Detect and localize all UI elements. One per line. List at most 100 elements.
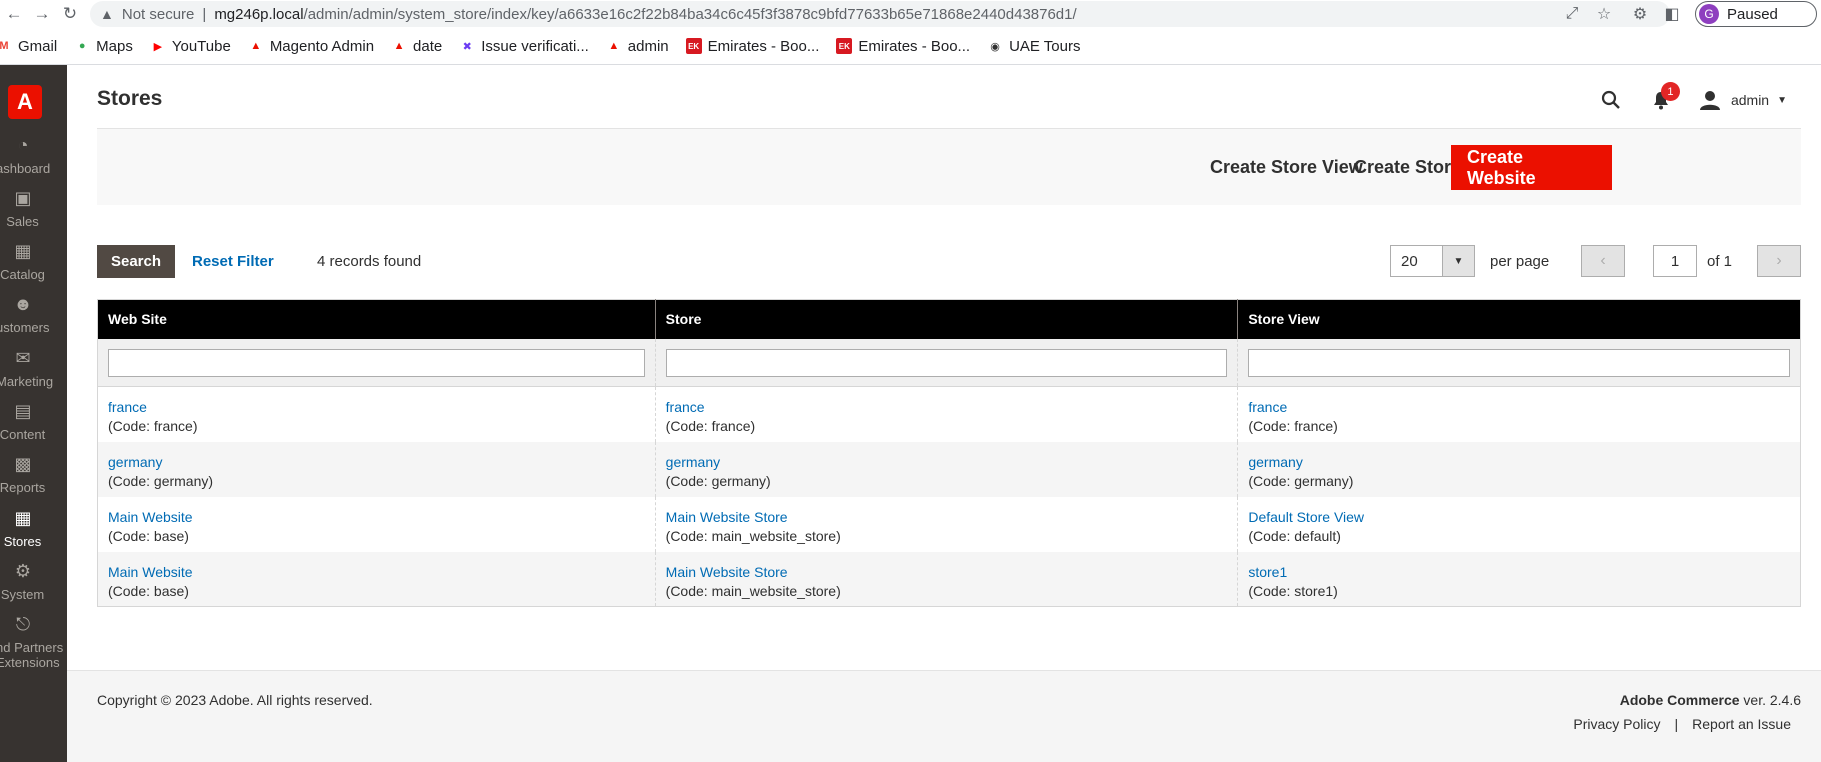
reset-filter-link[interactable]: Reset Filter	[192, 253, 274, 270]
sidebar-item-catalog[interactable]: ▦ Catalog	[0, 241, 67, 282]
website-link[interactable]: germany	[108, 453, 645, 472]
sidebar-item-stores[interactable]: ▦ Stores	[0, 508, 67, 549]
global-search-icon[interactable]	[1597, 86, 1625, 114]
bookmark-item[interactable]: ▶ YouTube	[150, 38, 231, 55]
table-row: germany (Code: germany) germany (Code: germ…	[97, 441, 1801, 497]
per-page-select[interactable]: 20 ▼	[1390, 245, 1475, 277]
customers-icon: ☻	[13, 294, 33, 314]
gmail-icon: M	[0, 40, 9, 52]
warning-icon: ▲	[100, 6, 114, 22]
column-header-store-view[interactable]: Store View	[1237, 299, 1801, 339]
create-website-button[interactable]: Create Website	[1451, 145, 1612, 190]
sidebar-item-marketing[interactable]: ✉ Marketing	[0, 348, 67, 389]
store-cell: germany (Code: germany)	[655, 441, 1239, 497]
sidebar-item-partners[interactable]: ⎋ nd Partners Extensions	[0, 614, 67, 670]
forward-icon[interactable]: →	[28, 1, 56, 27]
catalog-icon: ▦	[14, 241, 32, 261]
store-code: (Code: france)	[665, 418, 756, 434]
store-view-link[interactable]: france	[1248, 398, 1790, 417]
store-view-cell: france (Code: france)	[1237, 386, 1801, 442]
search-button[interactable]: Search	[97, 245, 175, 278]
privacy-policy-link[interactable]: Privacy Policy	[1573, 716, 1660, 732]
bookmark-item[interactable]: ◉ UAE Tours	[987, 38, 1080, 55]
website-cell: Main Website (Code: base)	[97, 496, 656, 552]
bookmark-item[interactable]: M Gmail	[0, 38, 57, 55]
sidebar-item-label: Reports	[0, 480, 46, 495]
column-header-website[interactable]: Web Site	[97, 299, 656, 339]
bookmark-item[interactable]: ● Maps	[74, 38, 133, 55]
address-bar[interactable]: ▲ Not secure | mg246p.local /admin/admin…	[90, 1, 1670, 27]
website-filter-input[interactable]	[108, 348, 645, 377]
stores-icon: ▦	[14, 508, 32, 528]
footer-links: Privacy Policy | Report an Issue	[1573, 716, 1791, 732]
globe-icon: ◉	[990, 40, 1000, 53]
bookmark-item[interactable]: ▲ date	[391, 37, 443, 55]
store-view-code: (Code: germany)	[1248, 472, 1354, 489]
grid-header-row: Web Site Store Store View	[97, 299, 1801, 339]
report-issue-link[interactable]: Report an Issue	[1692, 716, 1791, 732]
header-actions: 1 admin ▼	[1597, 82, 1787, 115]
magento-icon: ▲	[608, 40, 620, 52]
bookmark-label: Magento Admin	[269, 37, 375, 55]
adobe-logo-icon[interactable]: A	[8, 85, 42, 119]
store-link[interactable]: germany	[666, 453, 1228, 472]
store-view-link[interactable]: germany	[1248, 453, 1790, 472]
bookmark-label: YouTube	[171, 37, 231, 55]
previous-page-icon[interactable]: ‹	[1581, 245, 1625, 277]
share-icon[interactable]: ⤢	[1560, 2, 1584, 26]
store-view-filter-input[interactable]	[1248, 348, 1790, 377]
store-link[interactable]: Main Website Store	[666, 508, 1228, 527]
sidebar-item-content[interactable]: ▤ Content	[0, 401, 67, 442]
store-code: (Code: main_website_store)	[665, 527, 841, 544]
website-link[interactable]: Main Website	[108, 563, 645, 582]
website-code: (Code: france)	[108, 418, 198, 434]
user-name: admin	[1730, 92, 1770, 108]
sidebar-item-label: Content	[0, 427, 46, 442]
next-page-icon[interactable]: ›	[1757, 245, 1801, 277]
chevron-down-icon[interactable]: ▼	[1442, 246, 1474, 276]
bookmark-label: Emirates - Boo...	[707, 37, 820, 55]
bookmark-label: date	[413, 37, 443, 55]
store-link[interactable]: france	[666, 398, 1228, 417]
page-number-input[interactable]: 1	[1653, 245, 1697, 277]
sales-icon: ▣	[14, 188, 32, 208]
store-view-link[interactable]: store1	[1248, 563, 1790, 582]
bookmark-item[interactable]: EK Emirates - Boo...	[836, 38, 970, 55]
sidebar-item-label: Marketing	[0, 374, 54, 389]
website-link[interactable]: Main Website	[108, 508, 645, 527]
store-filter-input[interactable]	[665, 348, 1228, 377]
profile-avatar: G	[1699, 4, 1719, 24]
sidebar-item-sales[interactable]: ▣ Sales	[0, 188, 67, 229]
store-view-link[interactable]: Default Store View	[1248, 508, 1790, 527]
extensions-icon[interactable]: ⚙	[1628, 2, 1652, 26]
store-cell: france (Code: france)	[655, 386, 1239, 442]
back-icon[interactable]: ←	[0, 1, 28, 27]
sidebar-item-dashboard[interactable]: ◔ ashboard	[0, 135, 67, 176]
website-link[interactable]: france	[108, 398, 645, 417]
sidebar-item-system[interactable]: ⚙ System	[0, 561, 67, 602]
user-menu[interactable]: admin ▼	[1699, 89, 1787, 111]
table-row: Main Website (Code: base) Main Website Sto…	[97, 496, 1801, 552]
footer-divider: |	[1674, 716, 1679, 732]
store-link[interactable]: Main Website Store	[666, 563, 1228, 582]
column-header-store[interactable]: Store	[655, 299, 1239, 339]
bookmark-item[interactable]: ▲ Magento Admin	[248, 38, 374, 55]
side-panel-icon[interactable]: ◧	[1660, 2, 1684, 26]
website-code: (Code: base)	[108, 527, 189, 544]
profile-button[interactable]: G Paused	[1695, 1, 1817, 27]
website-cell: france (Code: france)	[97, 386, 656, 442]
sidebar-item-customers[interactable]: ☻ ustomers	[0, 294, 67, 335]
profile-status: Paused	[1727, 5, 1778, 23]
bookmark-item[interactable]: ✖ Issue verificati...	[459, 38, 589, 55]
notifications-bell-icon[interactable]: 1	[1647, 82, 1680, 114]
store-view-code: (Code: france)	[1248, 418, 1338, 434]
sidebar-item-reports[interactable]: ▩ Reports	[0, 454, 67, 495]
reload-icon[interactable]: ↻	[56, 1, 84, 27]
system-icon: ⚙	[14, 561, 32, 581]
bookmark-star-icon[interactable]: ☆	[1592, 2, 1616, 26]
bookmark-item[interactable]: ▲ admin	[606, 38, 668, 55]
bookmark-item[interactable]: EK Emirates - Boo...	[685, 37, 820, 55]
page-content: Stores 1 admin ▼ Create Store View Creat…	[67, 65, 1821, 762]
product-name: Adobe Commerce	[1619, 692, 1740, 708]
user-icon	[1699, 91, 1720, 110]
